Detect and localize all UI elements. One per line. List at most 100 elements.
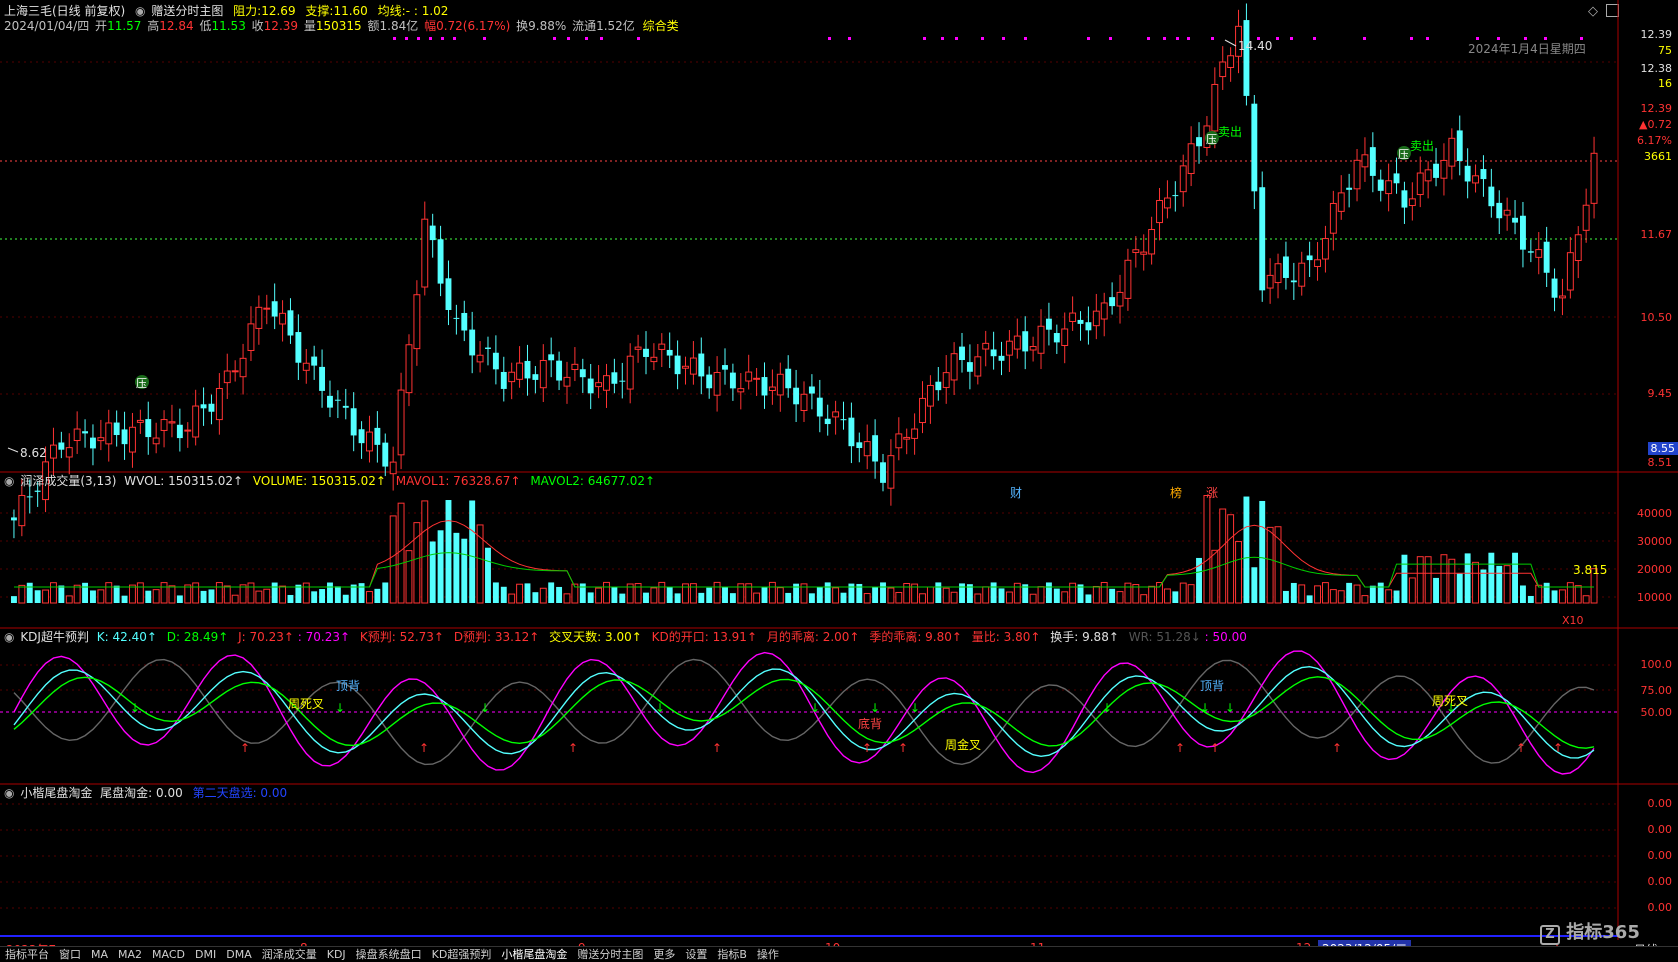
candle-body[interactable] [1504,210,1510,215]
candle-body[interactable] [311,357,317,366]
candle-body[interactable] [517,363,523,379]
volume-bar[interactable] [888,588,894,603]
candle-body[interactable] [430,226,436,240]
candle-body[interactable] [1480,169,1486,179]
candle-body[interactable] [1544,242,1550,273]
volume-bar[interactable] [785,593,791,603]
volume-bar[interactable] [548,582,554,603]
candle-body[interactable] [216,388,222,419]
volume-bar[interactable] [1054,589,1060,603]
candle-body[interactable] [98,438,104,441]
candle-body[interactable] [1220,62,1226,77]
candle-body[interactable] [343,406,349,408]
candle-body[interactable] [1109,297,1115,306]
candle-body[interactable] [1552,279,1558,298]
candle-body[interactable] [493,353,499,370]
candle-body[interactable] [1520,216,1526,250]
volume-bar[interactable] [74,585,80,603]
volume-bar[interactable] [1228,515,1234,603]
candle-body[interactable] [690,358,696,374]
volume-bar[interactable] [256,591,262,603]
candle-body[interactable] [1259,187,1265,290]
candle-body[interactable] [264,308,270,309]
volume-bar[interactable] [722,587,728,603]
vol-title[interactable]: 润泽成交量(3,13) [20,474,116,488]
candle-body[interactable] [904,437,910,439]
volume-bar[interactable] [1488,553,1494,603]
candle-body[interactable] [667,350,673,356]
volume-bar[interactable] [920,594,926,603]
candle-body[interactable] [1496,203,1502,218]
candle-body[interactable] [920,398,926,422]
candle-body[interactable] [659,344,665,349]
candle-body[interactable] [967,362,973,372]
candle-body[interactable] [335,400,341,401]
volume-bar[interactable] [1394,591,1400,603]
volume-bar[interactable] [216,583,222,603]
volume-bar[interactable] [1038,587,1044,603]
candle-body[interactable] [1417,173,1423,194]
volume-bar[interactable] [1504,566,1510,603]
volume-bar[interactable] [51,583,57,603]
tab-6[interactable]: DMA [221,947,257,962]
tab-12[interactable]: 赠送分时主图 [572,947,648,962]
candle-body[interactable] [619,381,625,382]
candle-body[interactable] [145,419,151,437]
volume-bar[interactable] [493,582,499,603]
volume-bar[interactable] [438,530,444,603]
volume-bar[interactable] [809,593,815,603]
candle-body[interactable] [303,363,309,370]
candle-body[interactable] [975,357,981,376]
candle-body[interactable] [1291,280,1297,282]
candle-body[interactable] [327,396,333,408]
volume-bar[interactable] [374,589,380,603]
volume-bar[interactable] [951,592,957,603]
candle-body[interactable] [1275,264,1281,283]
volume-bar[interactable] [1536,585,1542,603]
volume-bar[interactable] [841,593,847,603]
candle-body[interactable] [943,373,949,388]
volume-bar[interactable] [1528,596,1534,603]
volume-bar[interactable] [714,582,720,603]
volume-bar[interactable] [1567,583,1573,603]
volume-bar[interactable] [596,588,602,603]
volume-bar[interactable] [1243,497,1249,603]
tab-11[interactable]: 小楷尾盘淘金 [496,947,572,962]
candle-body[interactable] [1559,296,1565,298]
tab-14[interactable]: 设置 [680,947,712,962]
volume-bar[interactable] [532,592,538,603]
candle-body[interactable] [240,358,246,376]
volume-bar[interactable] [98,590,104,603]
candle-body[interactable] [1006,341,1012,355]
candle-body[interactable] [1512,218,1518,223]
candle-body[interactable] [1354,160,1360,188]
candle-body[interactable] [256,307,262,328]
candle-body[interactable] [1315,260,1321,267]
volume-bar[interactable] [248,583,254,603]
candle-body[interactable] [785,369,791,388]
candle-body[interactable] [525,361,531,378]
volume-bar[interactable] [414,523,420,603]
candle-body[interactable] [1473,176,1479,183]
volume-bar[interactable] [240,585,246,603]
volume-bar[interactable] [1465,553,1471,603]
candle-body[interactable] [825,419,831,424]
volume-bar[interactable] [1299,585,1305,603]
candle-body[interactable] [801,394,807,410]
candle-body[interactable] [1401,190,1407,207]
volume-bar[interactable] [556,587,562,603]
volume-bar[interactable] [485,548,491,603]
volume-bar[interactable] [1125,583,1131,603]
candle-body[interactable] [714,372,720,395]
volume-bar[interactable] [659,582,665,603]
volume-bar[interactable] [1409,578,1415,603]
volume-bar[interactable] [280,586,286,603]
volume-bar[interactable] [1180,583,1186,603]
candle-body[interactable] [169,422,175,423]
candle-body[interactable] [675,356,681,375]
volume-bar[interactable] [1552,590,1558,603]
volume-bar[interactable] [19,585,25,603]
volume-bar[interactable] [975,594,981,603]
candle-body[interactable] [540,360,546,387]
candle-body[interactable] [122,429,128,444]
